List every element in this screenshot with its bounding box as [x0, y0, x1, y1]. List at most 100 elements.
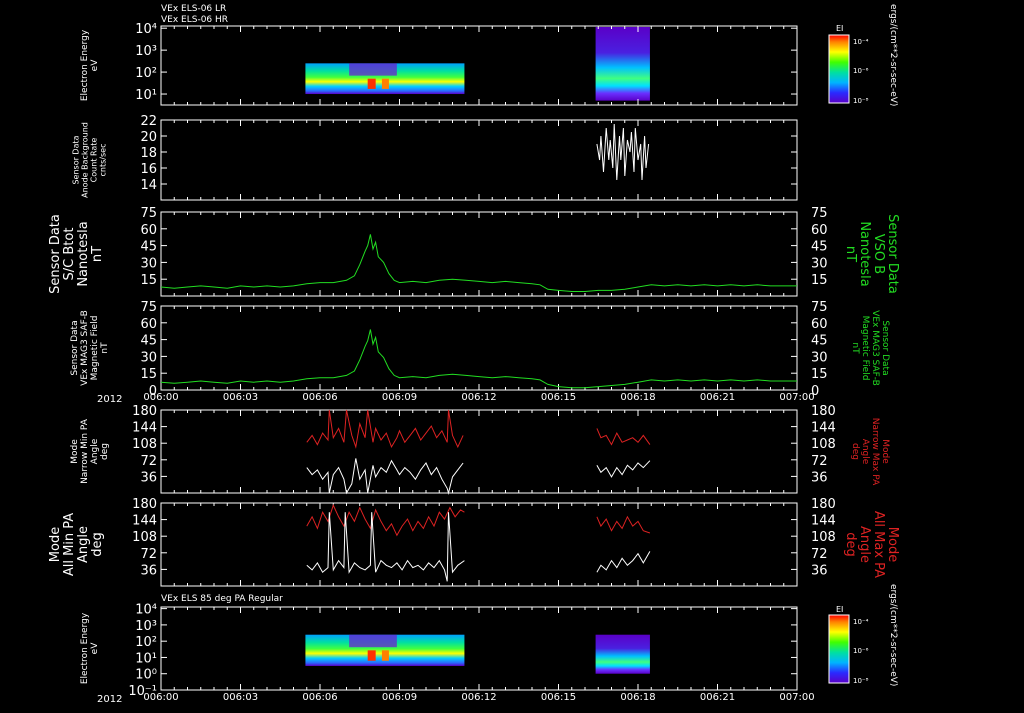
y-tick-label-right: 75	[811, 206, 828, 221]
y-tick-label: 10⁴	[135, 603, 157, 618]
heatmap-gap	[349, 63, 397, 76]
y-tick-label: 60	[140, 317, 157, 332]
y-tick-label-right: 180	[811, 404, 836, 419]
y-axis-title-line: All Min PA	[62, 513, 77, 576]
y-tick-label: 36	[140, 563, 157, 578]
x-tick-label: 006:21	[700, 392, 735, 403]
y-tick-label-right: 180	[811, 497, 836, 512]
y-tick-label-right: 30	[811, 350, 828, 365]
panel-frame	[160, 305, 798, 391]
panel-frame	[160, 211, 798, 297]
y-axis-title-line: VEx MAG3 SAF-B	[80, 310, 90, 386]
y-tick-label: 15	[140, 367, 157, 382]
panel-frame	[160, 119, 798, 201]
y-axis-title-right-line: All Max PA	[871, 511, 886, 578]
y-tick-label: 18	[140, 146, 157, 161]
panel-els85: 006:00 006:03 006:06 006:09 006:12 006:15 006:…	[80, 603, 815, 703]
series-line	[596, 123, 650, 181]
y-tick-label: 180	[132, 497, 157, 512]
y-axis-title-line: Sensor Data	[70, 320, 80, 375]
y-tick-label-right: 75	[811, 300, 828, 315]
panel7-title: VEx ELS 85 deg PA Regular	[161, 594, 283, 604]
y-tick-label: 30	[140, 350, 157, 365]
plot-stage: VEx ELS-06 LR VEx ELS-06 HR VEx ELS 85 d…	[0, 0, 1024, 708]
y-tick-label: 180	[132, 404, 157, 419]
y-axis-title-line: eV	[90, 59, 100, 72]
panel1-title-hr: VEx ELS-06 HR	[161, 15, 228, 25]
colorbar-bottom-gradient	[828, 614, 850, 684]
colorbar-top-label: EI	[836, 24, 843, 33]
y-axis-title-line: Angle	[76, 526, 91, 563]
panel1-title-lr: VEx ELS-06 LR	[161, 4, 226, 14]
series-line	[596, 551, 651, 573]
y-tick-label-right: 30	[811, 256, 828, 271]
y-tick-label: 10⁻¹	[128, 684, 157, 699]
y-tick-label: 75	[140, 206, 157, 221]
series-line	[596, 428, 651, 446]
y-axis-title-line: Count Rate	[90, 138, 99, 183]
y-axis-title-line: Nanotesla	[76, 221, 91, 286]
y-tick-label: 16	[140, 162, 157, 177]
y-axis-title-right-line: Mode	[885, 527, 900, 562]
series-line	[306, 458, 464, 495]
y-axis-title-right-line: Sensor Data	[880, 320, 890, 375]
y-axis-title-line: Electron Energy	[80, 612, 90, 684]
series-line	[596, 515, 651, 534]
y-tick-label-right: 60	[811, 223, 828, 238]
colorbar-bottom: EI 10⁻⁴ 10⁻⁶ 10⁻⁸ ergs/(cm**2-sr-sec-eV)	[828, 584, 898, 686]
y-tick-label: 10³	[135, 44, 157, 59]
colorbar-bottom-tick-high: 10⁻⁴	[853, 618, 869, 626]
x-tick-label: 006:03	[223, 392, 258, 403]
y-tick-label-right: 108	[811, 530, 836, 545]
y-axis-title-right-line: VEx MAG3 SAF-B	[870, 310, 880, 386]
y-axis-title-line: Angle	[90, 438, 100, 464]
y-tick-label: 0	[149, 384, 157, 399]
y-tick-label: 10¹	[135, 651, 157, 666]
time-series-figure: VEx ELS-06 LR VEx ELS-06 HR VEx ELS 85 d…	[48, 4, 900, 705]
x-tick-label: 007:00	[779, 692, 814, 703]
panel-els06: 10⁴ 10³ 10² 10¹ Electron Energy eV	[80, 22, 798, 106]
x-tick-label: 006:15	[541, 692, 576, 703]
y-axis-title-line: Mode	[48, 527, 63, 562]
y-axis-title-line: deg	[90, 532, 105, 557]
y-tick-label: 108	[132, 437, 157, 452]
y-axis-title-line: Magnetic Field	[90, 316, 100, 381]
y-tick-label-right: 72	[811, 454, 828, 469]
series-line	[596, 460, 651, 478]
y-axis-title-line: cnts/sec	[99, 144, 108, 177]
y-axis-title-right-line: Nanotesla	[857, 221, 872, 286]
y-tick-label-right: 36	[811, 470, 828, 485]
y-tick-label: 144	[132, 421, 157, 436]
y-tick-label-right: 45	[811, 334, 828, 349]
heatmap-hotspot	[381, 78, 389, 89]
panel-frame	[160, 502, 798, 587]
y-axis-title-right-line: VSO B	[871, 234, 886, 274]
y-tick-label: 75	[140, 300, 157, 315]
x-tick-label: 006:09	[382, 692, 417, 703]
panel-frame	[160, 409, 798, 494]
x-tick-label: 006:12	[461, 692, 496, 703]
colorbar-top: EI 10⁻⁴ 10⁻⁶ 10⁻⁸ ergs/(cm**2-sr-sec-eV)	[828, 4, 898, 106]
y-tick-label-right: 144	[811, 514, 836, 529]
panel-frame	[160, 25, 798, 106]
y-axis-title-line: deg	[100, 443, 110, 460]
y-tick-label: 20	[140, 130, 157, 145]
panel-bmag: 75 7560 6045 4530 3015 15Sensor Data S/C Btot N…	[48, 206, 900, 297]
y-tick-label: 144	[132, 514, 157, 529]
y-axis-title-right-line: nT	[850, 342, 860, 354]
y-tick-label: 10²	[135, 635, 157, 650]
year-label-middle: 2012	[97, 394, 122, 405]
heatmap-block	[595, 27, 650, 101]
y-tick-label-right: 72	[811, 547, 828, 562]
x-tick-label: 006:18	[620, 692, 655, 703]
x-tick-label: 006:15	[541, 392, 576, 403]
y-tick-label-right: 45	[811, 240, 828, 255]
panel-mag3: 006:00 006:03 006:06 006:09 006:12 006:15 006:…	[70, 300, 890, 403]
x-tick-label: 006:09	[382, 392, 417, 403]
panel-narrowpa: 180 180144 144108 10872 7236 36Mode Narrow Min…	[70, 404, 890, 495]
y-axis-title-right-line: Magnetic Field	[860, 316, 870, 381]
y-tick-label: 15	[140, 273, 157, 288]
colorbar-top-gradient	[828, 34, 850, 104]
panel-frame	[160, 606, 798, 691]
y-axis-title-line: S/C Btot	[62, 228, 77, 281]
